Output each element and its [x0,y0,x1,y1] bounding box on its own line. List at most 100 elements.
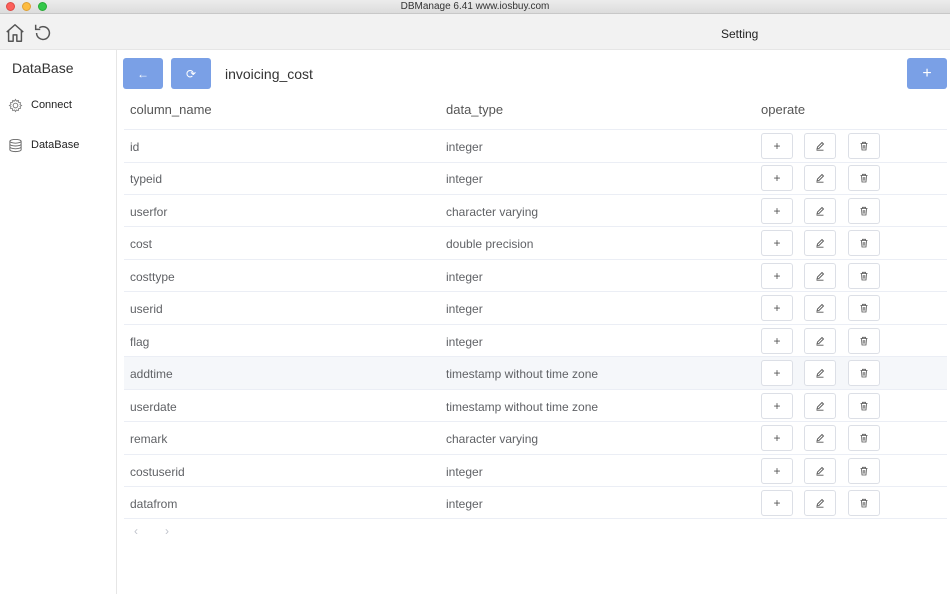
cell-data-type: integer [446,302,483,317]
delete-row-button[interactable] [848,133,880,159]
edit-row-button[interactable] [804,457,836,484]
edit-row-button[interactable] [804,262,836,289]
column-header-operate: operate [761,102,806,117]
edit-row-button[interactable] [804,327,836,354]
delete-row-button[interactable] [848,262,880,289]
sidebar-item-connect[interactable]: Connect [8,95,72,115]
cell-data-type: integer [446,464,483,479]
trash-icon [860,433,868,443]
cell-column-name: userfor [130,204,168,219]
cell-column-name: userdate [130,399,177,414]
edit-row-button[interactable] [804,165,836,192]
edit-row-button[interactable] [804,295,836,322]
delete-row-button[interactable] [848,295,880,322]
next-page-button[interactable]: › [165,524,169,538]
page-title: Setting [721,27,759,41]
cell-column-name: typeid [130,172,163,187]
edit-row-button[interactable] [804,230,836,257]
sidebar-item-label: Connect [31,99,72,111]
table-row[interactable]: flag integer + [124,325,947,358]
trash-icon [860,401,868,410]
delete-row-button[interactable] [848,425,880,452]
table-row[interactable]: typeid integer + [124,162,947,195]
edit-icon [816,369,825,378]
main-content: ← ⟳ invoicing_cost + column_name data_ty… [117,50,950,594]
delete-row-button[interactable] [848,489,880,516]
cell-column-name: remark [130,432,168,447]
table-header: column_name data_type operate [124,96,947,130]
delete-row-button[interactable] [848,327,880,354]
add-row-button[interactable]: + [761,360,793,387]
add-row-button[interactable]: + [761,392,793,419]
add-row-button[interactable]: + [761,457,793,484]
table-name: invoicing_cost [225,66,313,82]
add-row-button[interactable]: + [761,262,793,289]
table-row[interactable]: userid integer + [124,292,947,325]
add-row-button[interactable]: + [761,489,793,516]
cell-column-name: id [130,140,140,154]
edit-row-button[interactable] [804,489,836,516]
table-row[interactable]: addtime timestamp without time zone + [124,357,947,390]
prev-page-button[interactable]: ‹ [134,524,138,538]
minimize-window-button[interactable] [22,2,31,11]
table-row[interactable]: userdate timestamp without time zone + [124,390,947,423]
table-row[interactable]: datafrom integer + [124,487,947,520]
zoom-window-button[interactable] [38,2,47,11]
add-row-button[interactable]: + [761,327,793,354]
add-row-button[interactable]: + [761,197,793,224]
home-icon[interactable] [4,22,26,44]
delete-row-button[interactable] [848,457,880,484]
table-row[interactable]: id integer + [124,130,947,163]
cell-data-type: timestamp without time zone [446,367,599,382]
delete-row-button[interactable] [848,197,880,224]
cell-data-type: integer [446,334,483,349]
window-controls [6,2,47,11]
add-column-button[interactable]: + [907,58,947,89]
table-row[interactable]: costuserid integer + [124,455,947,487]
edit-row-button[interactable] [804,392,836,419]
delete-row-button[interactable] [848,165,880,192]
table-row[interactable]: userfor character varying + [124,195,947,228]
delete-row-button[interactable] [848,392,880,419]
cell-column-name: costuserid [130,464,185,479]
table-row[interactable]: cost double precision + [124,227,947,260]
cell-column-name: flag [130,334,150,349]
trash-icon [860,239,868,248]
cell-column-name: costtype [130,269,175,284]
edit-icon [816,239,825,248]
add-row-button[interactable]: + [761,425,793,452]
edit-row-button[interactable] [804,360,836,387]
table-row[interactable]: costtype integer + [124,260,947,293]
add-row-button[interactable]: + [761,295,793,322]
delete-row-button[interactable] [848,230,880,257]
close-window-button[interactable] [6,2,15,11]
cell-data-type: double precision [446,237,534,252]
trash-icon [860,206,868,216]
gear-icon [8,98,23,112]
sidebar-item-database[interactable]: DataBase [8,135,79,155]
delete-row-button[interactable] [848,360,880,387]
cell-column-name: userid [130,302,163,317]
trash-icon [860,141,868,151]
trash-icon [860,369,868,378]
column-header-name: column_name [130,102,212,117]
table-row[interactable]: remark character varying + [124,422,947,455]
edit-row-button[interactable] [804,197,836,224]
refresh-icon[interactable] [32,22,54,44]
edit-icon [816,336,825,346]
add-row-button[interactable]: + [761,133,793,159]
add-row-button[interactable]: + [761,230,793,257]
edit-icon [816,271,825,281]
refresh-table-button[interactable]: ⟳ [171,58,211,89]
back-button[interactable]: ← [123,58,163,89]
trash-icon [860,174,868,183]
edit-icon [816,401,825,411]
database-icon [9,138,22,152]
edit-row-button[interactable] [804,133,836,159]
trash-icon [860,466,868,475]
add-row-button[interactable]: + [761,165,793,192]
edit-icon [816,433,825,443]
sidebar-title: DataBase [12,60,74,76]
cell-column-name: addtime [130,367,173,382]
edit-row-button[interactable] [804,425,836,452]
